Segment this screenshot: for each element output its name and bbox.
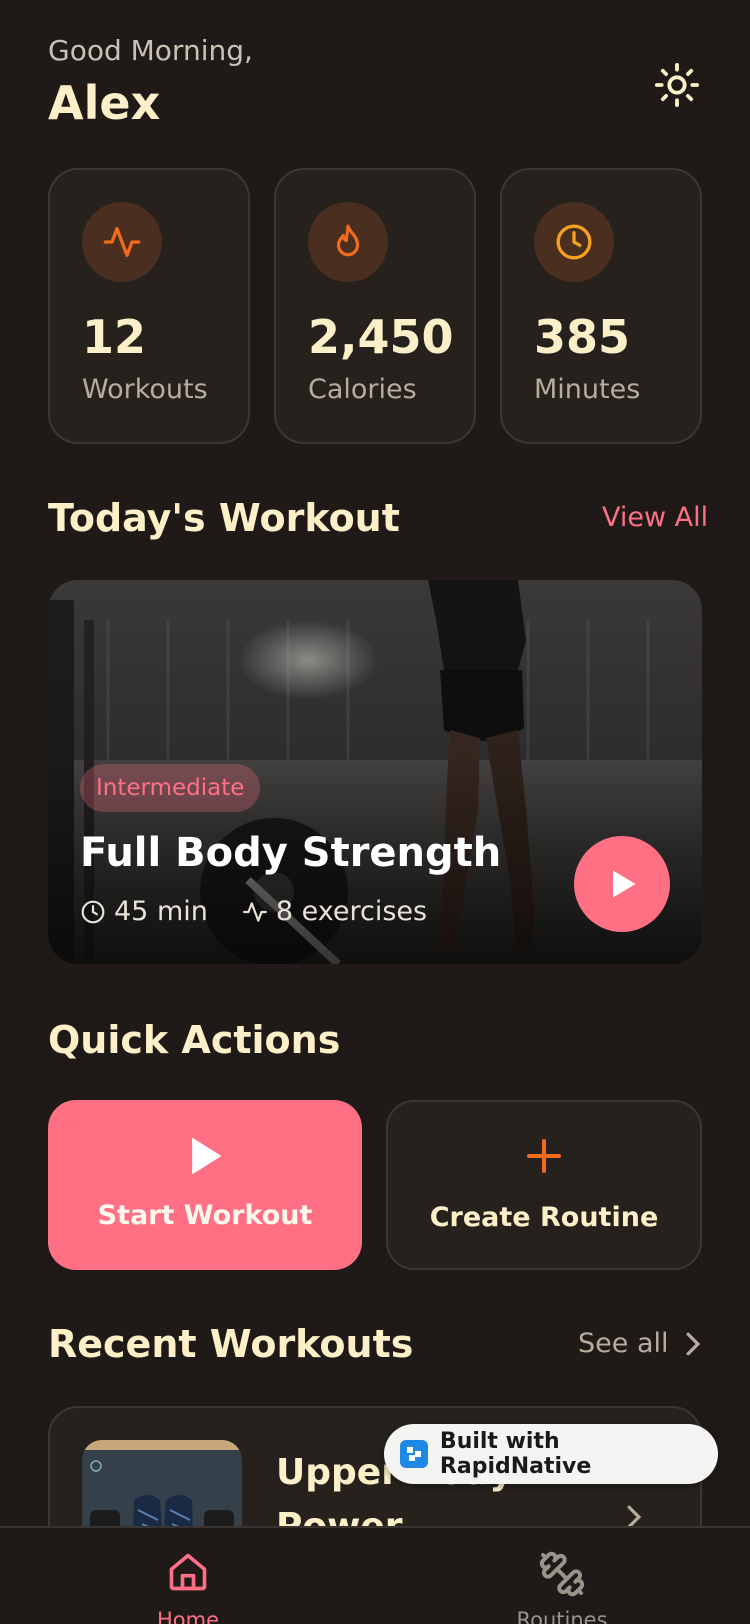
stat-label: Calories [308,374,417,405]
flame-icon [336,224,360,257]
greeting-text: Good Morning, [48,34,253,67]
built-with-text: Built with RapidNative [439,1429,592,1479]
recent-workouts-heading: Recent Workouts [48,1322,414,1366]
stat-icon-container [308,202,388,282]
create-routine-button[interactable]: Create Routine [386,1100,702,1270]
plus-icon [527,1139,561,1173]
create-routine-label: Create Routine [429,1202,659,1233]
tab-routines-label: Routines [516,1608,608,1624]
start-workout-label: Start Workout [97,1200,313,1231]
play-workout-button[interactable] [574,836,670,932]
view-all-link[interactable]: View All [602,502,708,533]
clock-icon [81,900,105,923]
stat-icon-container [534,202,614,282]
chevron-right-icon [686,1332,700,1355]
exercises-info: 8 exercises [242,896,427,927]
see-all-link[interactable]: See all [578,1328,703,1359]
home-icon [169,1553,207,1591]
featured-workout-card[interactable]: Intermediate Full Body Strength 45 min 8… [48,580,702,964]
built-with-badge[interactable]: Built with RapidNative [384,1424,718,1484]
see-all-label: See all [578,1328,669,1359]
duration-text: 45 min [114,896,208,927]
dumbbell-icon [539,1551,585,1597]
stat-value: 385 [534,310,631,364]
rapidnative-logo-icon [400,1440,428,1468]
stat-icon-container [82,202,162,282]
stat-label: Workouts [82,374,208,405]
stat-label: Minutes [534,374,641,405]
workout-title: Full Body Strength [80,830,502,876]
tab-home[interactable]: Home [88,1528,288,1624]
play-icon [192,1137,222,1175]
user-name: Alex [48,76,161,130]
workout-meta: 45 min 8 exercises [80,896,461,927]
stat-value: 12 [82,310,147,364]
activity-icon [242,901,267,922]
quick-actions-heading: Quick Actions [48,1018,341,1062]
play-icon [613,870,636,898]
duration-info: 45 min [80,896,208,927]
stat-card-minutes: 385 Minutes [500,168,702,444]
sun-icon [654,62,700,108]
todays-workout-heading: Today's Workout [48,496,400,540]
tab-home-label: Home [156,1608,219,1624]
start-workout-button[interactable]: Start Workout [48,1100,362,1270]
stat-card-workouts: 12 Workouts [48,168,250,444]
activity-icon [103,227,141,257]
clock-icon [556,224,592,260]
stat-card-calories: 2,450 Calories [274,168,476,444]
difficulty-badge: Intermediate [80,764,261,812]
tab-routines[interactable]: Routines [462,1528,662,1624]
exercises-text: 8 exercises [275,896,428,927]
theme-toggle-button[interactable] [652,60,702,110]
bottom-tab-bar: Home Routines [0,1526,750,1624]
stat-value: 2,450 [308,310,454,364]
